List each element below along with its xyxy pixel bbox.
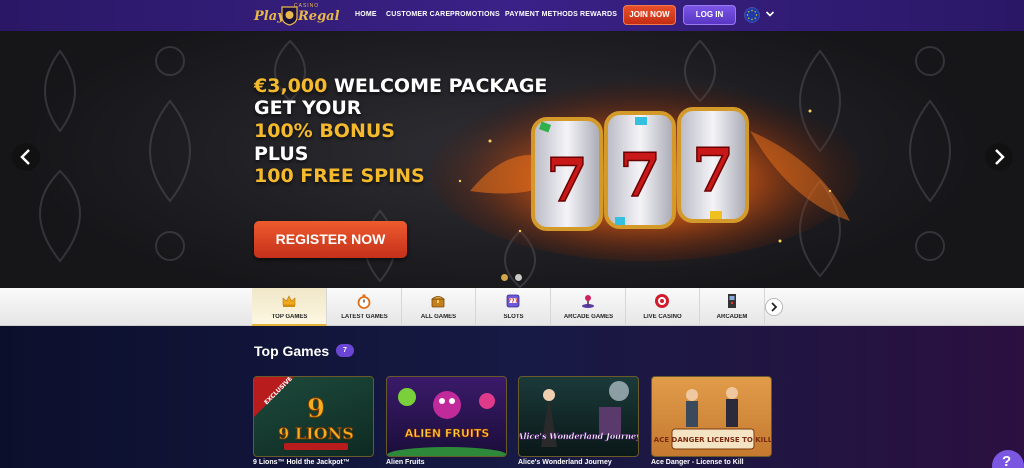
tab-all-games[interactable]: ALL GAMES: [401, 288, 476, 326]
hero-amount: €3,000: [254, 75, 328, 97]
stopwatch-icon: [357, 294, 371, 309]
nav-payment-methods[interactable]: PAYMENT METHODS: [505, 11, 578, 18]
roulette-chip-icon: [655, 294, 669, 308]
svg-text:777: 777: [508, 299, 519, 305]
carousel-prev-arrow-icon[interactable]: [11, 142, 41, 172]
svg-text:7: 7: [692, 136, 734, 206]
tab-label: ARCADEM: [716, 314, 748, 320]
nav-customer-care[interactable]: CUSTOMER CARE: [386, 11, 450, 18]
game-art-text: ALIEN FRUITS: [405, 427, 490, 440]
tab-label: ALL GAMES: [420, 314, 457, 320]
tab-arcadem[interactable]: ARCADEM: [699, 288, 765, 326]
logo-word-regal: Regal: [298, 9, 340, 24]
svg-text:7: 7: [546, 146, 588, 216]
crown-icon: [282, 295, 296, 307]
chevron-down-icon[interactable]: [765, 9, 775, 19]
top-games-section: Top Games 7 EXCLUSIVE 9 9 LIONS 9 Lions™…: [0, 326, 1024, 468]
tab-arcade-games[interactable]: ARCADE GAMES: [551, 288, 626, 326]
game-title[interactable]: Alien Fruits: [386, 459, 425, 466]
question-mark-icon: ?: [1002, 453, 1012, 468]
nav-rewards[interactable]: REWARDS: [580, 11, 617, 18]
game-thumbnail: EXCLUSIVE 9 9 LIONS: [254, 377, 354, 450]
nav-home[interactable]: HOME: [355, 11, 377, 18]
tabs-next-arrow-icon[interactable]: [765, 298, 783, 316]
tab-label: LATEST GAMES: [341, 314, 388, 320]
nav-promotions[interactable]: PROMOTIONS: [450, 11, 500, 18]
carousel-next-arrow-icon[interactable]: [984, 142, 1014, 172]
joystick-icon: [582, 295, 594, 308]
carousel-dot-active[interactable]: [501, 274, 508, 281]
svg-text:9: 9: [307, 394, 325, 424]
tab-slots[interactable]: 777 SLOTS: [476, 288, 551, 326]
svg-text:7: 7: [619, 141, 661, 211]
treasure-chest-icon: [430, 296, 446, 308]
game-thumbnail: ALIEN FRUITS: [387, 388, 506, 456]
game-art-text: 9 LIONS: [278, 424, 354, 443]
log-in-button[interactable]: LOG IN: [683, 5, 736, 25]
register-now-button[interactable]: REGISTER NOW: [254, 221, 407, 258]
eu-flag-icon[interactable]: [744, 7, 760, 23]
game-card-alices-wonderland[interactable]: Alice's Wonderland Journey: [518, 376, 639, 457]
site-logo[interactable]: Play CASINO Regal: [254, 3, 340, 29]
page: Play CASINO Regal HOME CUSTOMER CARE PRO…: [0, 0, 1024, 468]
lion-shield-icon: [281, 6, 298, 26]
hero-banner: €3,000 WELCOME PACKAGE GET YOUR 100% BON…: [0, 31, 1024, 288]
top-header: Play CASINO Regal HOME CUSTOMER CARE PRO…: [0, 0, 1024, 31]
hero-line-get-your: GET YOUR: [254, 97, 362, 119]
game-card-ace-danger[interactable]: ACE DANGER LICENSE TO KILL: [651, 376, 772, 457]
game-title[interactable]: Ace Danger - License to Kill: [651, 459, 744, 466]
game-thumbnail: ACE DANGER LICENSE TO KILL: [652, 377, 772, 456]
game-category-tabs: TOP GAMES LATEST GAMES ALL GAMES 777 SLO…: [0, 288, 1024, 326]
arcade-cabinet-icon: [728, 294, 736, 308]
carousel-dots: [501, 274, 525, 282]
section-title: Top Games: [254, 343, 330, 359]
tab-label: SLOTS: [503, 314, 524, 320]
tab-latest-games[interactable]: LATEST GAMES: [327, 288, 402, 326]
game-thumbnail: Alice's Wonderland Journey: [519, 381, 639, 447]
slot-machine-icon: 777: [506, 294, 520, 308]
tab-label: TOP GAMES: [271, 314, 308, 320]
hero-line-plus: PLUS: [254, 143, 309, 165]
game-card-alien-fruits[interactable]: ALIEN FRUITS: [386, 376, 507, 457]
game-title[interactable]: 9 Lions™ Hold the Jackpot™: [253, 459, 350, 466]
tab-live-casino[interactable]: LIVE CASINO: [625, 288, 700, 326]
carousel-dot[interactable]: [515, 274, 522, 281]
games-count-badge: 7: [336, 344, 354, 357]
game-art-text: ACE DANGER LICENSE TO KILL: [654, 436, 772, 444]
hero-line-free-spins: 100 FREE SPINS: [254, 165, 425, 187]
tab-label: ARCADE GAMES: [563, 314, 614, 320]
join-now-button[interactable]: JOIN NOW: [623, 5, 676, 25]
slot-reels-illustration: 7 7 7: [430, 81, 860, 261]
tab-label: LIVE CASINO: [643, 314, 682, 320]
tab-top-games[interactable]: TOP GAMES: [252, 288, 327, 326]
game-art-text: Alice's Wonderland Journey: [519, 431, 639, 441]
hero-line-bonus: 100% BONUS: [254, 120, 395, 142]
game-title[interactable]: Alice's Wonderland Journey: [518, 459, 612, 466]
game-card-9-lions[interactable]: EXCLUSIVE 9 9 LIONS: [253, 376, 374, 457]
